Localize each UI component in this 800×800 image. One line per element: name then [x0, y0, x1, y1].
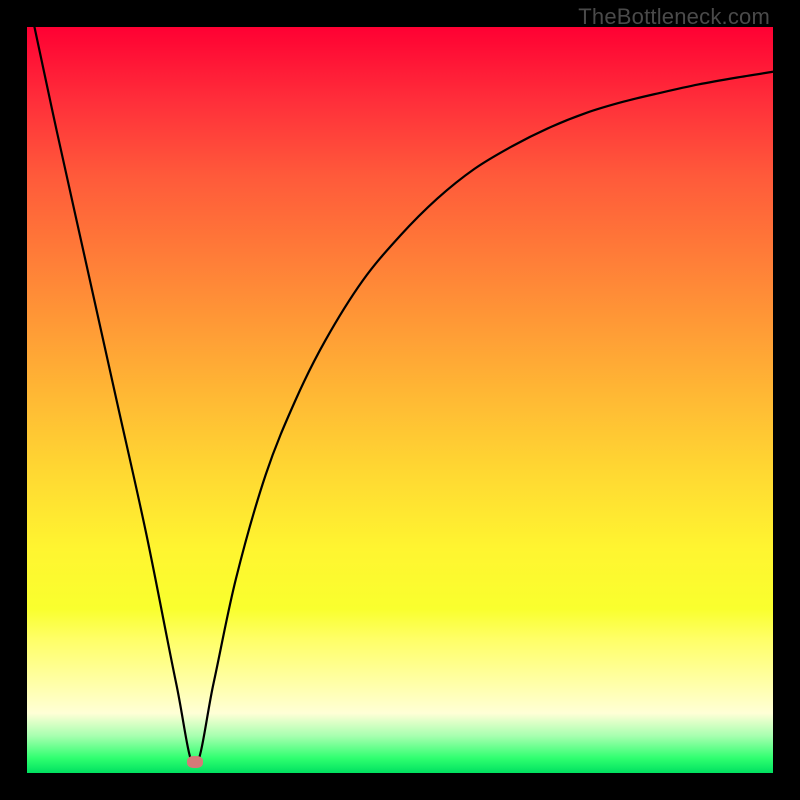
- attribution-text: TheBottleneck.com: [578, 4, 770, 30]
- chart-frame: TheBottleneck.com: [0, 0, 800, 800]
- bottleneck-curve: [27, 27, 773, 773]
- plot-area: [27, 27, 773, 773]
- optimal-point-marker: [187, 756, 203, 768]
